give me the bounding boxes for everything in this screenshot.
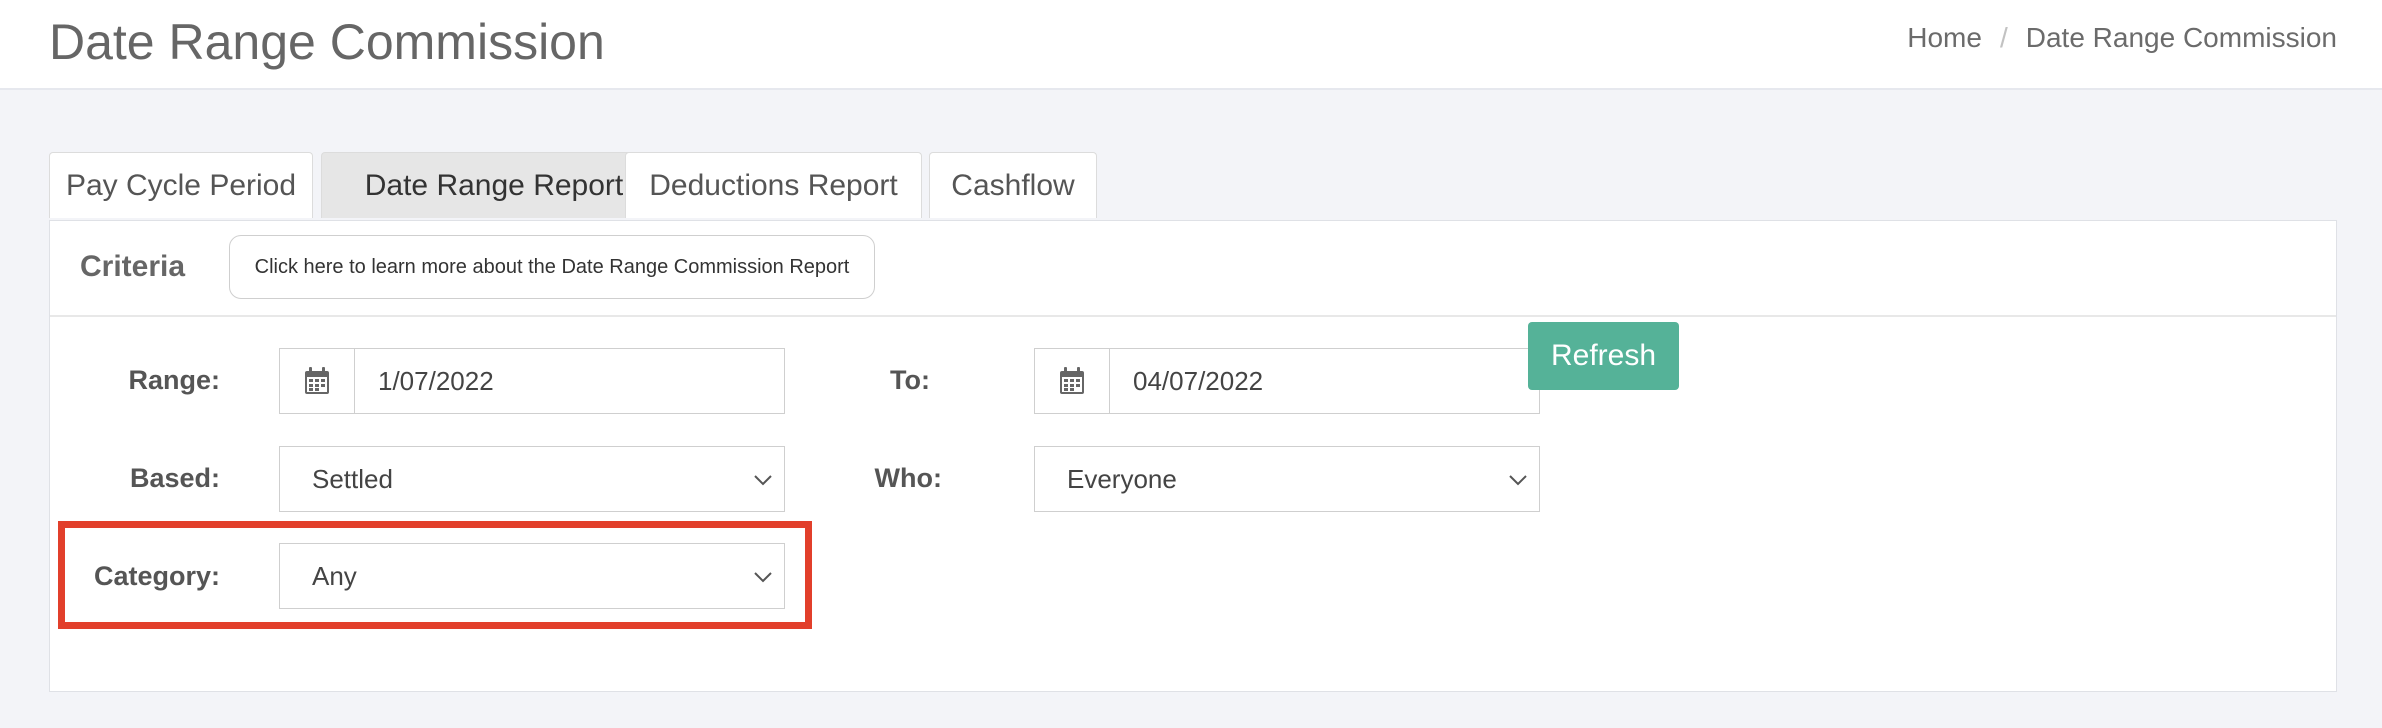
category-label: Category: xyxy=(93,561,220,591)
top-bar: Date Range Commission Home / Date Range Co… xyxy=(0,0,2382,90)
tab-cashflow[interactable]: Cashflow xyxy=(929,152,1097,218)
range-label: Range: xyxy=(128,365,220,395)
based-label: Based: xyxy=(129,463,220,493)
criteria-header: Criteria Click here to learn more about … xyxy=(50,221,2336,317)
refresh-button[interactable]: Refresh xyxy=(1528,322,1679,390)
tab-pay-cycle-period[interactable]: Pay Cycle Period xyxy=(49,152,313,218)
tab-date-range-report[interactable]: Date Range Report xyxy=(321,152,667,218)
range-date-input[interactable]: 1/07/2022 xyxy=(279,348,785,414)
who-select-value: Everyone xyxy=(1067,464,1177,494)
criteria-title: Criteria xyxy=(80,250,186,283)
range-date-value: 1/07/2022 xyxy=(378,366,494,396)
who-select[interactable]: Everyone xyxy=(1034,446,1540,512)
category-select[interactable]: Any xyxy=(279,543,785,609)
calendar-icon[interactable] xyxy=(1035,349,1110,413)
to-date-value: 04/07/2022 xyxy=(1133,366,1264,396)
to-label: To: xyxy=(890,365,930,395)
based-select[interactable]: Settled xyxy=(279,446,785,512)
who-label: Who: xyxy=(874,463,942,493)
breadcrumb-current: Date Range Commission xyxy=(2025,22,2337,53)
chevron-down-icon xyxy=(1509,475,1527,486)
calendar-icon[interactable] xyxy=(280,349,355,413)
learn-more-button[interactable]: Click here to learn more about the Date … xyxy=(229,235,875,299)
tab-deductions-report[interactable]: Deductions Report xyxy=(625,152,922,218)
to-date-input[interactable]: 04/07/2022 xyxy=(1034,348,1540,414)
chevron-down-icon xyxy=(754,572,772,583)
category-select-value: Any xyxy=(312,561,357,591)
breadcrumb-separator: / xyxy=(1999,22,2008,53)
based-select-value: Settled xyxy=(312,464,393,494)
chevron-down-icon xyxy=(754,475,772,486)
breadcrumb: Home / Date Range Commission xyxy=(1907,20,2337,56)
page-title: Date Range Commission xyxy=(49,14,605,70)
breadcrumb-home-link[interactable]: Home xyxy=(1907,22,1982,53)
